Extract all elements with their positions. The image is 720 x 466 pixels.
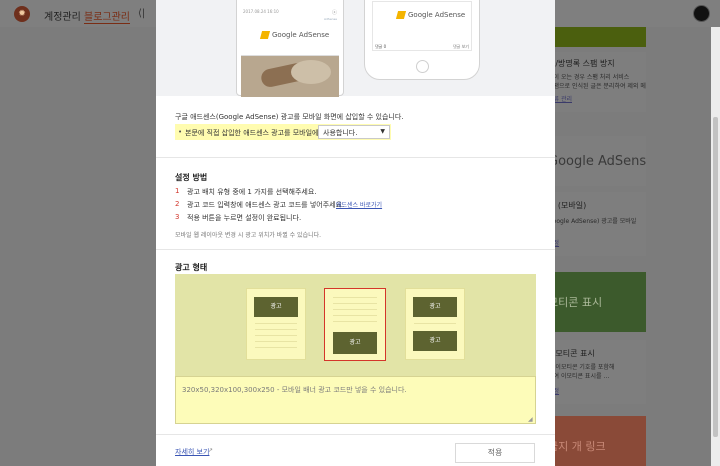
page-scrollbar[interactable] — [711, 27, 720, 466]
scrollbar-thumb[interactable] — [713, 117, 718, 437]
adsense-logo-icon — [395, 11, 407, 19]
text-line — [255, 347, 297, 348]
preview-area: 2017.08.24 16:10 ⓧ AdSense Google AdSens… — [156, 0, 555, 97]
adsense-shortcut-link[interactable]: 애드센스 바로가기 — [336, 200, 382, 209]
emoticon-banner-title: 모티콘 표시 — [548, 296, 603, 309]
nav-sidebar-toggle-icon[interactable]: ⟨| — [138, 8, 145, 19]
resize-handle-icon[interactable]: ◢ — [528, 416, 533, 423]
avatar[interactable] — [693, 5, 710, 22]
comment-link: 댓글 보기 — [453, 44, 469, 49]
right-phone-mockup: Google AdSense 댓글 0 댓글 보기 — [364, 0, 480, 80]
adsense-card: Google AdSense — [540, 136, 646, 186]
bottom-banner: 금지 개 링크 — [540, 416, 646, 466]
text-line — [333, 303, 377, 304]
nav-account[interactable]: 계정관리 — [44, 8, 81, 23]
nav-blog-manage[interactable]: 블로그관리 — [84, 8, 130, 24]
step-text: 적용 버튼을 누르면 설정이 완료됩니다. — [187, 214, 302, 222]
step-text: 광고 코드 입력창에 애드센스 광고 코드를 넣어주세요. — [187, 201, 345, 209]
home-button — [416, 60, 429, 73]
ad-code-textarea[interactable]: 320x50,320x100,300x250 - 모바일 배너 광고 코드만 넣… — [175, 376, 536, 424]
text-line — [255, 329, 297, 330]
adsense-title: Google AdSense — [548, 154, 646, 169]
step-number: 3 — [175, 213, 180, 221]
select-value: 사용합니다. — [323, 129, 358, 137]
more-info-link[interactable]: 자세히 보기 — [175, 447, 209, 457]
apply-button[interactable]: 적용 — [455, 443, 535, 463]
post-photo — [241, 56, 339, 97]
emoticon-card: 이모티콘 표시 이 이모티콘 기호를 포함해 하여 이모티콘 표시를 … 설정 — [540, 340, 646, 404]
step-text: 광고 배치 유형 중에 1 가지를 선택해주세요. — [187, 188, 317, 196]
ad-layout-option-both[interactable]: 광고 광고 — [405, 288, 465, 360]
left-phone-mockup: 2017.08.24 16:10 ⓧ AdSense Google AdSens… — [236, 0, 344, 97]
tistory-logo-icon[interactable]: ✹ — [14, 6, 30, 22]
ad-type-title: 광고 형태 — [175, 263, 208, 272]
bottom-banner-title: 금지 개 링크 — [548, 440, 606, 453]
option-bullet: • — [178, 128, 183, 136]
ad-slot: 광고 — [413, 297, 457, 317]
chevron-down-icon: ▼ — [380, 128, 385, 135]
spam-line: 스팸으로 인식된 글은 분리하여 제외 메 — [548, 83, 646, 90]
text-line — [255, 341, 297, 342]
modal-footer: 자세히 보기 ↗ 적용 — [156, 434, 555, 466]
right-phone-ad-text: Google AdSense — [408, 11, 466, 19]
text-line — [414, 323, 456, 324]
step-number: 1 — [175, 187, 180, 195]
mobile-line: Google AdSense) 광고를 모바일 — [548, 218, 637, 225]
spam-card: 글/방명록 스팸 방지 글이 오는 경우 스팸 처리 서비스 스팸으로 인식된 … — [540, 52, 646, 112]
option-section: 구글 애드센스(Google AdSense) 광고를 모바일 화면에 삽입할 … — [156, 96, 555, 158]
setup-title: 설정 방법 — [175, 173, 208, 182]
spam-line: 글이 오는 경우 스팸 처리 서비스 — [548, 74, 630, 81]
option-label: 본문에 직접 삽입한 애드센스 광고를 모바일에서 — [185, 129, 325, 137]
left-phone-adsense: Google AdSense — [259, 31, 330, 39]
text-line — [333, 321, 377, 322]
setup-section: 설정 방법 1 광고 배치 유형 중에 1 가지를 선택해주세요. 2 광고 코… — [156, 158, 555, 250]
adsense-logo-icon — [259, 31, 271, 39]
external-link-icon: ↗ — [208, 447, 214, 454]
text-line — [255, 323, 297, 324]
right-phone-adsense: Google AdSense — [395, 11, 466, 19]
cat-photo-shape — [291, 60, 331, 84]
ad-slot: 광고 — [333, 332, 377, 354]
emoticon-line: 하여 이모티콘 표시를 … — [548, 373, 610, 380]
ad-slot: 광고 — [413, 331, 457, 351]
text-line — [255, 335, 297, 336]
left-phone-ad-text: Google AdSense — [272, 31, 330, 39]
ad-choices-label: AdSense — [324, 17, 337, 21]
emoticon-banner: 모티콘 표시 — [540, 272, 646, 332]
text-line — [333, 309, 377, 310]
ad-slot: 광고 — [254, 297, 298, 317]
text-line — [333, 297, 377, 298]
right-green-bar — [540, 27, 646, 47]
right-phone-screen: Google AdSense 댓글 0 댓글 보기 — [372, 1, 472, 51]
ad-close-icon: ⓧ — [331, 10, 337, 16]
ad-layout-option-top[interactable]: 광고 — [246, 288, 306, 360]
mobile-adsense-modal: 2017.08.24 16:10 ⓧ AdSense Google AdSens… — [156, 0, 555, 466]
text-line — [333, 315, 377, 316]
mobile-card: 스 (모바일) Google AdSense) 광고를 모바일 설정 — [540, 192, 646, 256]
emoticon-line: 이 이모티콘 기호를 포함해 — [548, 364, 615, 371]
setup-note: 모바일 웹 레이아웃 변경 시 광고 위치가 바뀔 수 있습니다. — [175, 232, 322, 239]
option-highlight: • 본문에 직접 삽입한 애드센스 광고를 모바일에서 사용합니다. ▼ — [175, 124, 391, 140]
ad-layout-option-bottom[interactable]: 광고 — [324, 288, 386, 361]
mobile-usage-select[interactable]: 사용합니다. ▼ — [318, 125, 390, 139]
comment-count: 댓글 0 — [375, 44, 387, 49]
description-text: 구글 애드센스(Google AdSense) 광고를 모바일 화면에 삽입할 … — [175, 113, 404, 121]
emoticon-title: 이모티콘 표시 — [548, 349, 595, 358]
step-number: 2 — [175, 200, 180, 208]
spam-title: 글/방명록 스팸 방지 — [548, 59, 615, 68]
post-date: 2017.08.24 16:10 — [243, 9, 279, 14]
